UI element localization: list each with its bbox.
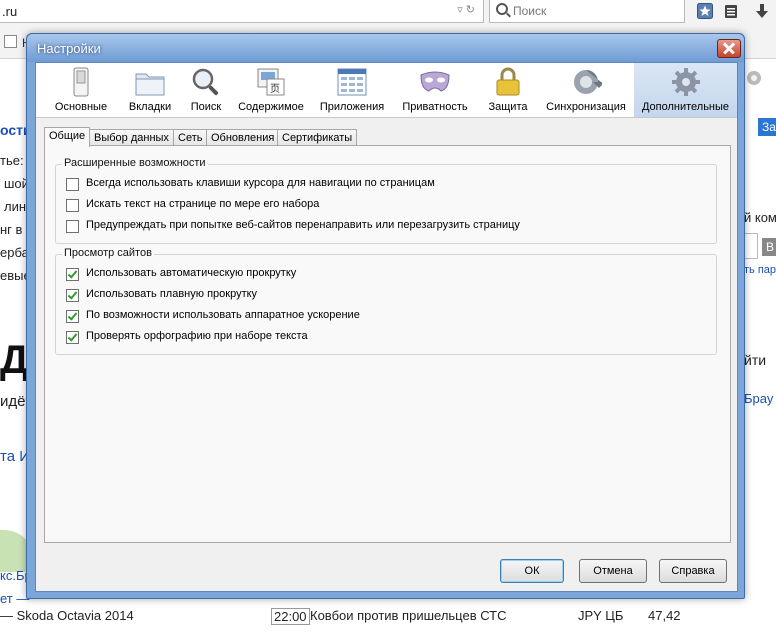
checkbox[interactable] [66, 178, 79, 191]
category-label: Содержимое [238, 101, 304, 113]
group-title: Просмотр сайтов [62, 247, 154, 259]
option-label: Предупреждать при попытке веб-сайтов пер… [86, 219, 520, 231]
settings-dialog: Настройки Основные Вкладки Поиск 页 Содер… [26, 33, 745, 599]
address-bar[interactable]: .ru ▿ ↻ [0, 0, 484, 23]
svg-text:页: 页 [270, 83, 280, 95]
ok-button[interactable]: ОК [500, 559, 564, 583]
page-right-edge: За й ком В ть пар йти Брау [744, 60, 776, 632]
checkbox-checked[interactable] [66, 310, 79, 323]
address-text: .ru [2, 4, 18, 19]
category-search[interactable]: Поиск [182, 63, 230, 117]
content-icon: 页 [257, 68, 285, 96]
option-label: Использовать автоматическую прокрутку [86, 267, 297, 279]
category-toolbar: Основные Вкладки Поиск 页 Содержимое Прил… [36, 63, 737, 118]
padlock-icon [496, 67, 520, 96]
option-label: По возможности использовать аппаратное у… [86, 309, 360, 321]
category-label: Вкладки [128, 101, 172, 113]
download-icon[interactable] [754, 3, 770, 19]
category-label: Дополнительные [641, 101, 730, 113]
group-browsing: Просмотр сайтов Использовать автоматичес… [55, 247, 717, 355]
currency-name[interactable]: JPY ЦБ [578, 608, 623, 623]
category-tabs[interactable]: Вкладки [118, 63, 182, 117]
category-applications[interactable]: Приложения [312, 63, 392, 117]
tv-show-link[interactable]: Ковбои против пришельцев СТС [310, 608, 507, 623]
search-icon [496, 3, 508, 15]
category-general[interactable]: Основные [44, 63, 118, 117]
option-label: Проверять орфографию при наборе текста [86, 330, 308, 342]
tab-panel-general: Расширенные возможности Всегда использов… [44, 145, 731, 543]
checkbox-checked[interactable] [66, 331, 79, 344]
tab-network[interactable]: Сеть [173, 129, 208, 146]
option-label: Всегда использовать клавиши курсора для … [86, 177, 435, 189]
category-content[interactable]: 页 Содержимое [230, 63, 312, 117]
category-label: Синхронизация [546, 101, 626, 113]
dialog-client-area: Основные Вкладки Поиск 页 Содержимое Прил… [35, 62, 738, 592]
dropdown-reload-icon[interactable]: ▿ ↻ [457, 3, 475, 16]
page-input-fragment[interactable] [744, 233, 758, 259]
dialog-titlebar[interactable]: Настройки [27, 34, 744, 62]
checkbox[interactable] [66, 220, 79, 233]
tab-certificates[interactable]: Сертификаты [277, 129, 358, 146]
mask-icon [420, 71, 450, 92]
gear-icon [672, 68, 700, 96]
search-box[interactable]: Поиск [489, 0, 685, 23]
switch-icon [73, 67, 89, 97]
checkbox-checked[interactable] [66, 289, 79, 302]
cancel-button[interactable]: Отмена [579, 559, 647, 583]
magnifier-icon [192, 68, 219, 96]
bookmark-toolbar-item-icon[interactable] [4, 35, 17, 48]
page-fragment: й ком [744, 210, 776, 225]
option-label: Использовать плавную прокрутку [86, 288, 258, 300]
category-privacy[interactable]: Приватность [392, 63, 478, 117]
category-label: Защита [488, 101, 528, 113]
sync-icon [574, 70, 602, 94]
tab-general[interactable]: Общие [44, 127, 91, 147]
help-button[interactable]: Справка [659, 559, 727, 583]
category-label: Поиск [190, 101, 222, 113]
page-headline-fragment: Д [0, 338, 29, 382]
news-item[interactable]: — Skoda Octavia 2014 [0, 608, 134, 623]
folder-tabs-icon [135, 73, 165, 96]
bookmarks-menu-icon[interactable] [723, 3, 739, 19]
tv-time: 22:00 [271, 608, 310, 625]
page-link-fragment[interactable]: Брау [744, 391, 773, 406]
dialog-title: Настройки [37, 41, 101, 56]
page-link-fragment[interactable]: ет — [0, 591, 29, 606]
category-label: Приложения [319, 101, 385, 113]
page-link-fragment[interactable]: ть пар [744, 264, 776, 276]
option-label: Искать текст на странице по мере его наб… [86, 198, 320, 210]
currency-rate: 47,42 [648, 608, 681, 623]
bookmark-star-icon[interactable] [697, 3, 713, 19]
applications-icon [337, 68, 367, 96]
page-button-fragment[interactable]: За [758, 118, 776, 136]
category-sync[interactable]: Синхронизация [538, 63, 634, 117]
category-label: Приватность [402, 101, 468, 113]
tab-updates[interactable]: Обновления [206, 129, 280, 146]
tab-data-choices[interactable]: Выбор данных [89, 129, 174, 146]
checkbox-checked[interactable] [66, 268, 79, 281]
category-advanced[interactable]: Дополнительные [634, 63, 737, 117]
close-button[interactable] [717, 39, 741, 58]
page-button-fragment[interactable]: В [762, 238, 776, 256]
category-label: Основные [54, 101, 108, 113]
category-security[interactable]: Защита [478, 63, 538, 117]
settings-gear-icon[interactable] [744, 68, 764, 88]
search-placeholder: Поиск [513, 4, 547, 18]
group-advanced-features: Расширенные возможности Всегда использов… [55, 157, 717, 244]
page-fragment: йти [744, 352, 767, 368]
group-title: Расширенные возможности [62, 157, 208, 169]
checkbox[interactable] [66, 199, 79, 212]
